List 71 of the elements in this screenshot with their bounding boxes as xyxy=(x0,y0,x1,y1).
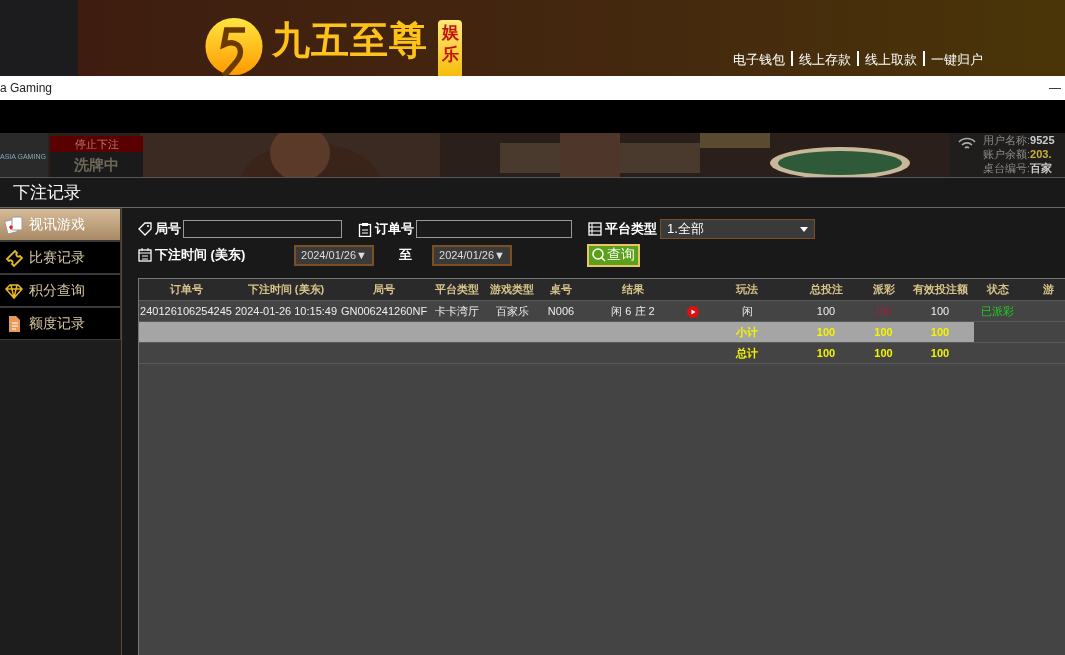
table-cell: GN006241260NF xyxy=(340,305,428,317)
column-header: 平台类型 xyxy=(435,283,479,295)
table-cell: 小计 xyxy=(736,325,758,338)
platform-dropdown[interactable]: 1.全部 xyxy=(660,219,815,239)
table-cell: 百家乐 xyxy=(495,304,529,317)
wifi-icon xyxy=(958,137,976,151)
table-cell: 100 xyxy=(930,347,950,359)
sidebar-item[interactable]: 比赛记录 xyxy=(0,241,121,274)
range-label: 至 xyxy=(399,246,412,264)
table-cell: 100 xyxy=(874,347,893,359)
table-cell: 闲 xyxy=(741,304,753,317)
table-cell: 100 xyxy=(930,305,950,317)
table-cell: 100 xyxy=(816,305,836,317)
table-cell: 卡卡湾厅 xyxy=(435,304,479,317)
field-label: 下注时间 (美东) xyxy=(155,246,246,264)
dialog-title: 下注记录 xyxy=(13,183,81,202)
nav-link[interactable]: 电子钱包 xyxy=(733,51,785,69)
table-cell: 100 xyxy=(930,326,950,338)
ticket-icon xyxy=(4,247,24,268)
column-header: 局号 xyxy=(373,283,395,295)
brand-name: 九五至尊 xyxy=(272,17,428,63)
minimize-button[interactable]: — xyxy=(1049,81,1065,95)
clipboard-icon xyxy=(358,221,372,237)
column-header: 游戏类型 xyxy=(490,283,534,295)
info-line: 用户名称:9525 xyxy=(983,133,1055,147)
sidebar-item[interactable]: 积分查询 xyxy=(0,274,121,307)
date-picker[interactable]: 2024/01/26▼ xyxy=(294,244,374,266)
column-header: 派彩 xyxy=(872,283,895,295)
column-header: 桌号 xyxy=(550,283,572,295)
calendar-icon xyxy=(138,248,152,262)
info-line: 账户余额:203. xyxy=(983,147,1053,161)
field-label: 局号 xyxy=(155,220,181,238)
field-label: 平台类型 xyxy=(605,220,657,238)
column-header: 结果 xyxy=(622,283,644,295)
field-label: 订单号 xyxy=(375,220,414,238)
brand-tag: 娱乐 xyxy=(438,20,462,76)
table-cell: 2024-01-26 10:15:49 xyxy=(234,305,338,317)
round-phase: 洗牌中 xyxy=(50,152,143,178)
column-header: 订单号 xyxy=(169,283,203,295)
table-cell: N006 xyxy=(547,305,575,317)
playing-cards-icon xyxy=(4,214,24,235)
table-cell: 100 xyxy=(816,326,836,338)
column-header: 下注时间 (美东) xyxy=(247,283,325,295)
column-header: 总投注 xyxy=(809,283,843,295)
info-line: 桌台编号:百家 xyxy=(983,161,1054,175)
play-icon[interactable] xyxy=(687,305,699,318)
list-icon xyxy=(588,222,602,236)
column-header: 有效投注额 xyxy=(912,283,968,295)
table-cell: 100 xyxy=(874,326,893,338)
table-cell: 240126106254245 xyxy=(140,305,232,317)
betting-status: 停止下注 xyxy=(50,136,143,152)
caret-icon xyxy=(800,226,808,232)
window-title: a Gaming xyxy=(0,81,53,95)
search-icon xyxy=(592,248,606,262)
table-cell: 总计 xyxy=(736,346,758,359)
table-cell: 100 xyxy=(874,305,893,317)
sidebar-item[interactable]: 额度记录 xyxy=(0,307,121,340)
input-field[interactable] xyxy=(183,220,342,238)
table-cell: 100 xyxy=(816,347,836,359)
column-header: 状态 xyxy=(986,283,1009,295)
date-picker[interactable]: 2024/01/26▼ xyxy=(432,244,512,266)
nav-link[interactable]: 一键归户 xyxy=(931,51,983,69)
column-header: 玩法 xyxy=(736,283,758,295)
input-field[interactable] xyxy=(416,220,572,238)
nav-link[interactable]: 线上取款 xyxy=(865,51,917,69)
nav-link[interactable]: 线上存款 xyxy=(799,51,851,69)
column-header: 游 xyxy=(1042,283,1054,295)
table-cell: 闲 6 庄 2 xyxy=(611,304,655,317)
tag-icon xyxy=(138,222,152,236)
logo-icon xyxy=(202,17,266,76)
table-cell: 已派彩 xyxy=(981,304,1014,317)
